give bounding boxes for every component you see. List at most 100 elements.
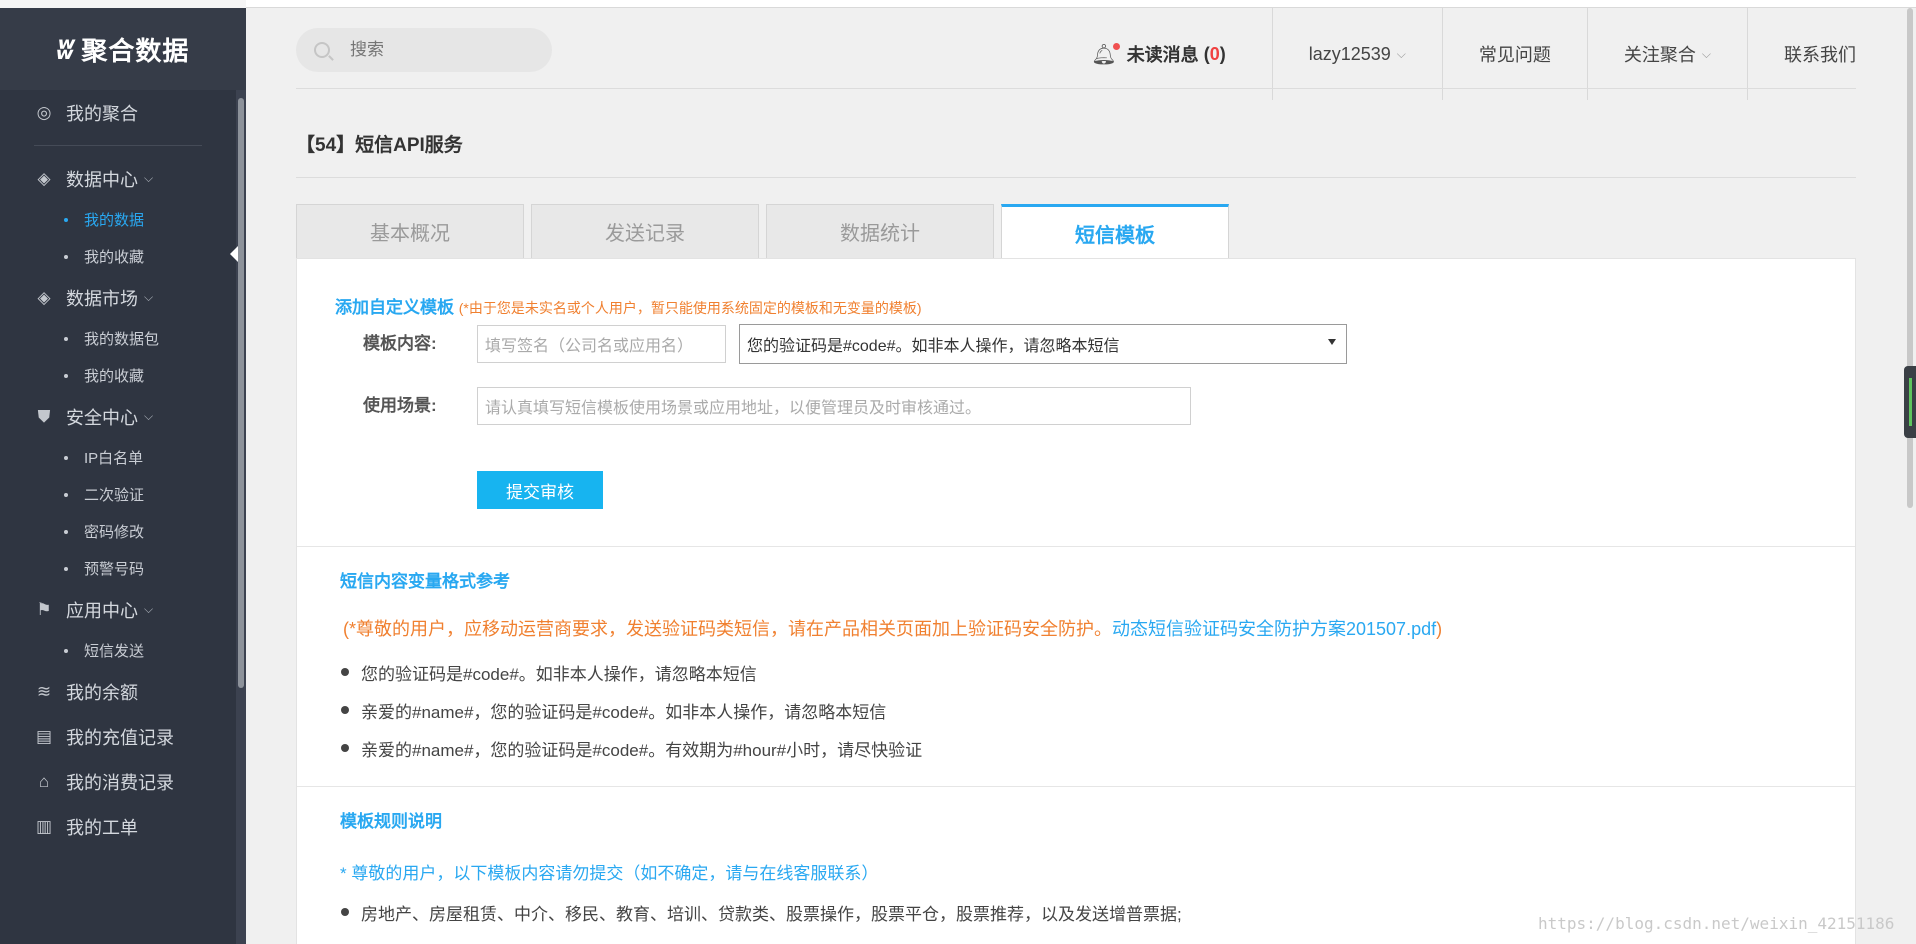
sidebar-scrollbar[interactable] (236, 90, 246, 944)
sidebar-menu: ◎ 我的聚合 ◈ 数据中心 ⌵ 我的数据 我的收藏 ◈ 数据市场 ⌵ 我的数据包 我的收藏 ⛊ 安全中心 ⌵… (0, 90, 236, 849)
follow-menu[interactable]: 关注聚合 ⌵ (1586, 8, 1747, 100)
chevron-down-icon: ⌵ (1701, 46, 1711, 61)
sidebar-subitem[interactable]: 我的收藏 (0, 238, 236, 275)
basket-icon: ⌂ (38, 771, 50, 791)
variable-note-suffix: ) (1436, 619, 1443, 639)
sidebar-scrollbar-thumb[interactable] (238, 98, 244, 688)
edge-widget[interactable] (1904, 366, 1916, 438)
logo[interactable]: ʬ 聚合数据 (0, 8, 246, 90)
chevron-down-icon: ⌵ (144, 290, 154, 304)
messages-count: 0 (1209, 43, 1220, 64)
sidebar-item[interactable]: ▥ 我的工单 (0, 804, 236, 849)
search-icon (314, 42, 330, 58)
sidebar-item[interactable]: ◎ 我的聚合 (0, 90, 236, 135)
tab-3[interactable]: 短信模板 (1001, 204, 1229, 259)
database-icon: ≋ (36, 681, 52, 701)
card-icon: ▤ (35, 726, 53, 746)
template-content-label: 模板内容: (363, 334, 437, 353)
sidebar-subitem[interactable]: 密码修改 (0, 513, 236, 550)
sidebar-item[interactable]: ≋ 我的余额 (0, 669, 236, 714)
sidebar-divider (34, 145, 202, 146)
faq-label: 常见问题 (1478, 45, 1551, 65)
sidebar-item-label: 数据中心 (66, 169, 138, 190)
contact-link[interactable]: 联系我们 (1747, 8, 1916, 100)
sidebar-subitem[interactable]: 我的数据包 (0, 320, 236, 357)
sidebar-item[interactable]: ◈ 数据市场 ⌵ (0, 275, 236, 320)
tab-2[interactable]: 数据统计 (766, 204, 994, 258)
sidebar-item-label: 我的消费记录 (66, 772, 174, 793)
list-item: 您的验证码是#code#。如非本人操作，请忽略本短信 (341, 653, 922, 691)
top-header: 🔔︎ 未读消息 (0) lazy12539 ⌵ 常见问题 关注聚合 ⌵ 联系我们 (246, 8, 1916, 100)
variable-examples-list: 您的验证码是#code#。如非本人操作，请忽略本短信 亲爱的#name#，您的验证… (341, 653, 922, 767)
chevron-down-icon: ⌵ (1396, 46, 1406, 61)
logo-text: 聚合数据 (81, 35, 190, 66)
tab-0[interactable]: 基本概况 (296, 204, 524, 258)
security-pdf-link[interactable]: 动态短信验证码安全防护方案201507.pdf (1112, 619, 1436, 639)
sidebar-subitem[interactable]: 我的收藏 (0, 357, 236, 394)
list-item: 亲爱的#name#，您的验证码是#code#。有效期为#hour#小时，请尽快验… (341, 729, 922, 767)
page-title: 【54】短信API服务 (296, 135, 463, 156)
template-panel: 添加自定义模板 (*由于您是未实名或个人用户，暂只能使用系统固定的模板和无变量的… (296, 258, 1856, 944)
messages-paren-open: ( (1198, 43, 1210, 64)
sidebar-item-label: 我的聚合 (66, 103, 138, 124)
sidebar-item[interactable]: ◈ 数据中心 ⌵ (0, 156, 236, 201)
sidebar-subitem[interactable]: 我的数据 (0, 201, 236, 238)
section-divider (297, 786, 1855, 787)
layers-icon: ◈ (37, 168, 51, 188)
user-circle-icon: ◎ (36, 102, 52, 122)
faq-link[interactable]: 常见问题 (1441, 8, 1587, 100)
search-input[interactable] (350, 40, 530, 60)
sidebar-collapse-arrow-icon[interactable] (230, 246, 238, 262)
flag-icon: ⚑ (36, 599, 52, 619)
usage-scene-input[interactable]: 请认真填写短信模板使用场景或应用地址，以便管理员及时审核通过。 (477, 387, 1191, 425)
window-scrollbar[interactable] (1904, 8, 1916, 944)
tab-bar: 基本概况 发送记录 数据统计 短信模板 (296, 204, 1236, 259)
template-selected-value: 您的验证码是#code#。如非本人操作，请忽略本短信 (747, 338, 1120, 355)
sidebar-subitem[interactable]: 短信发送 (0, 632, 236, 669)
follow-label: 关注聚合 (1623, 45, 1696, 65)
usage-scene-label: 使用场景: (363, 396, 437, 415)
variable-reference-note: (*尊敬的用户，应移动运营商要求，发送验证码类短信，请在产品相关页面加上验证码安… (343, 615, 1442, 641)
unread-messages[interactable]: 🔔︎ 未读消息 (0) (1055, 8, 1271, 100)
watermark: https://blog.csdn.net/weixin_42151186 (1538, 914, 1895, 933)
sidebar-item-label: 我的工单 (66, 817, 138, 838)
sidebar-subitem[interactable]: 二次验证 (0, 476, 236, 513)
layers-icon: ◈ (37, 287, 51, 307)
rules-note: * 尊敬的用户，以下模板内容请勿提交（如不确定，请与在线客服联系） (340, 864, 879, 883)
chevron-down-icon: ⌵ (144, 602, 154, 616)
sidebar-subitem[interactable]: IP白名单 (0, 439, 236, 476)
chevron-down-icon: ⌵ (144, 171, 154, 185)
custom-template-title: 添加自定义模板 (335, 298, 454, 317)
variable-reference-title: 短信内容变量格式参考 (340, 572, 510, 591)
title-divider (296, 177, 1856, 178)
sidebar-item[interactable]: ⛊ 安全中心 ⌵ (0, 394, 236, 439)
signature-placeholder: 填写签名（公司名或应用名） (485, 338, 694, 355)
list-item: 亲爱的#name#，您的验证码是#code#。如非本人操作，请忽略本短信 (341, 691, 922, 729)
messages-paren-close: ) (1219, 43, 1226, 64)
tab-1[interactable]: 发送记录 (531, 204, 759, 258)
bell-icon: 🔔︎ (1091, 42, 1120, 67)
rules-list: 房地产、房屋租赁、中介、移民、教育、培训、贷款类、股票操作，股票平仓，股票推荐，… (341, 893, 1182, 931)
template-select[interactable]: 您的验证码是#code#。如非本人操作，请忽略本短信 (739, 324, 1347, 364)
messages-label: 未读消息 (1126, 45, 1199, 65)
sidebar: ʬ 聚合数据 ◎ 我的聚合 ◈ 数据中心 ⌵ 我的数据 我的收藏 ◈ 数据市场 ⌵ 我的数据包 我的收… (0, 8, 246, 944)
usage-scene-placeholder: 请认真填写短信模板使用场景或应用地址，以便管理员及时审核通过。 (485, 400, 982, 417)
dropdown-arrow-icon (1328, 339, 1336, 345)
contact-label: 联系我们 (1784, 45, 1856, 65)
user-menu[interactable]: lazy12539 ⌵ (1271, 8, 1442, 100)
search-box[interactable] (296, 28, 552, 72)
sidebar-subitem[interactable]: 预警号码 (0, 550, 236, 587)
user-name: lazy12539 (1308, 43, 1391, 64)
custom-template-heading: 添加自定义模板 (*由于您是未实名或个人用户，暂只能使用系统固定的模板和无变量的… (335, 293, 922, 318)
signature-input[interactable]: 填写签名（公司名或应用名） (477, 325, 726, 363)
sidebar-item[interactable]: ⚑ 应用中心 ⌵ (0, 587, 236, 632)
sidebar-item-label: 安全中心 (66, 407, 138, 428)
logo-icon: ʬ (56, 31, 76, 67)
header-nav: 🔔︎ 未读消息 (0) lazy12539 ⌵ 常见问题 关注聚合 ⌵ 联系我们 (1055, 8, 1916, 100)
sidebar-item[interactable]: ⌂ 我的消费记录 (0, 759, 236, 804)
submit-review-button[interactable]: 提交审核 (477, 471, 603, 509)
section-divider (297, 546, 1855, 547)
header-divider (296, 88, 1856, 89)
sidebar-item[interactable]: ▤ 我的充值记录 (0, 714, 236, 759)
list-item: 房地产、房屋租赁、中介、移民、教育、培训、贷款类、股票操作，股票平仓，股票推荐，… (341, 893, 1182, 931)
